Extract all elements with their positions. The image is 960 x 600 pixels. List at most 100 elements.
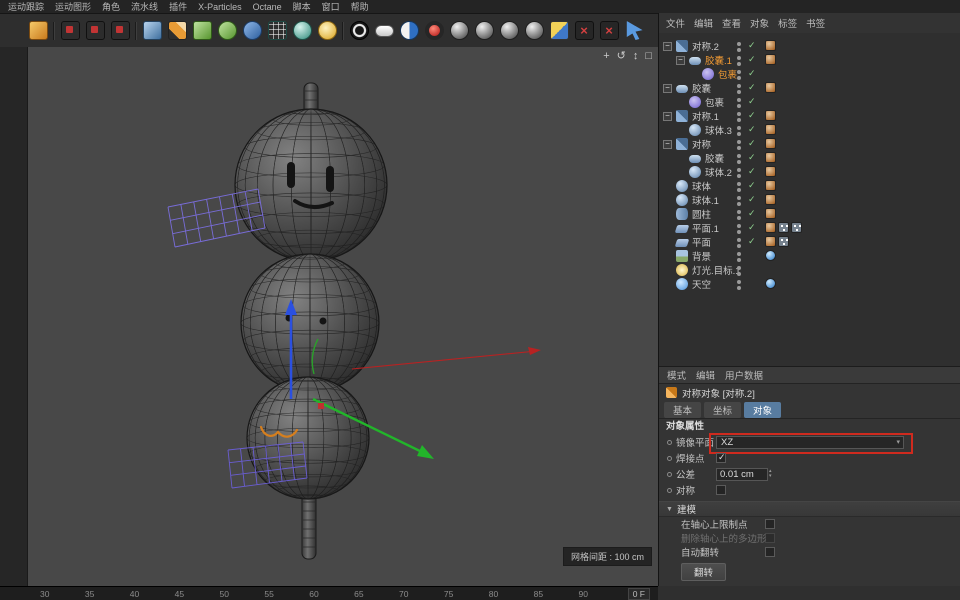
display-gouraud-icon[interactable] <box>347 18 371 44</box>
visibility-dots-icon[interactable] <box>737 84 741 88</box>
visibility-dots-icon[interactable] <box>737 56 741 60</box>
xp-system-icon[interactable]: × <box>597 18 621 44</box>
tree-item-球体[interactable]: 球体✓ <box>659 179 960 193</box>
phong-tag-icon[interactable] <box>765 236 776 247</box>
phong-tag-icon[interactable] <box>765 40 776 51</box>
expander-icon[interactable]: − <box>663 84 672 93</box>
phong-tag-icon[interactable] <box>765 110 776 121</box>
phong-tag-icon[interactable] <box>765 208 776 219</box>
enabled-check-icon[interactable]: ✓ <box>748 124 756 135</box>
visibility-dots-icon[interactable] <box>737 182 741 186</box>
visibility-dots-icon[interactable] <box>737 196 741 200</box>
am-subtab-坐标[interactable]: 坐标 <box>704 402 741 418</box>
expander-icon[interactable]: − <box>663 140 672 149</box>
tree-item-包裹[interactable]: 包裹✓ <box>659 95 960 109</box>
om-menu-item-5[interactable]: 标签 <box>778 16 797 30</box>
menu-item-2[interactable]: 运动图形 <box>55 0 91 13</box>
enabled-check-icon[interactable]: ✓ <box>748 194 756 205</box>
visibility-dots-icon[interactable] <box>737 224 741 228</box>
phong-tag-icon[interactable] <box>765 54 776 65</box>
menu-item-6[interactable]: X-Particles <box>198 2 242 12</box>
menu-item-9[interactable]: 窗口 <box>322 0 340 13</box>
light-tool-icon[interactable] <box>315 18 339 44</box>
tree-item-球体.2[interactable]: 球体.2✓ <box>659 165 960 179</box>
tree-item-胶囊[interactable]: 胶囊✓ <box>659 151 960 165</box>
enabled-check-icon[interactable]: ✓ <box>748 208 756 219</box>
tree-item-对称.1[interactable]: −对称.1✓ <box>659 109 960 123</box>
modeling-checkbox-3[interactable] <box>765 547 775 557</box>
om-menu-item-4[interactable]: 对象 <box>750 16 769 30</box>
enabled-check-icon[interactable]: ✓ <box>748 222 756 233</box>
tree-item-背景[interactable]: 背景 <box>659 249 960 263</box>
enabled-check-icon[interactable]: ✓ <box>748 68 756 79</box>
selection-arrow-icon[interactable] <box>622 18 646 44</box>
flip-button[interactable]: 翻转 <box>681 563 726 581</box>
visibility-dots-icon[interactable] <box>737 140 741 144</box>
generator-icon[interactable] <box>190 18 214 44</box>
autokey-icon[interactable] <box>58 18 82 44</box>
am-subtab-基本[interactable]: 基本 <box>664 402 701 418</box>
modeling-group-header[interactable]: ▼ 建模 <box>659 501 960 517</box>
visibility-dots-icon[interactable] <box>737 280 741 284</box>
tree-item-天空[interactable]: 天空 <box>659 277 960 291</box>
paint-tool-icon[interactable] <box>26 18 50 44</box>
modeling-checkbox-1[interactable] <box>765 519 775 529</box>
enabled-check-icon[interactable]: ✓ <box>748 180 756 191</box>
xparticles-icon[interactable]: × <box>572 18 596 44</box>
menu-item-8[interactable]: 脚本 <box>293 0 311 13</box>
tree-item-平面[interactable]: 平面✓ <box>659 235 960 249</box>
compositing-tag-icon[interactable] <box>791 222 802 233</box>
stepper-arrows-icon[interactable]: ▴▾ <box>769 469 772 479</box>
tolerance-input[interactable]: 0.01 cm <box>716 468 768 481</box>
visibility-dots-icon[interactable] <box>737 70 741 74</box>
material-ball-icon-1[interactable] <box>447 18 471 44</box>
anim-dot-icon[interactable] <box>667 440 672 445</box>
menu-item-3[interactable]: 角色 <box>102 0 120 13</box>
keyframe-record-icon[interactable] <box>83 18 107 44</box>
display-lines-icon[interactable] <box>372 18 396 44</box>
scene-camera-icon[interactable] <box>240 18 264 44</box>
phong-tag-icon[interactable] <box>765 138 776 149</box>
maximize-icon[interactable]: □ <box>645 51 652 62</box>
visibility-dots-icon[interactable] <box>737 168 741 172</box>
tree-item-胶囊.1[interactable]: −胶囊.1✓ <box>659 53 960 67</box>
tree-item-胶囊[interactable]: −胶囊✓ <box>659 81 960 95</box>
phong-tag-icon[interactable] <box>765 152 776 163</box>
visibility-dots-icon[interactable] <box>737 112 741 116</box>
deformer-icon[interactable] <box>215 18 239 44</box>
expander-icon[interactable]: − <box>663 42 672 51</box>
enabled-check-icon[interactable]: ✓ <box>748 166 756 177</box>
floor-grid-icon[interactable] <box>265 18 289 44</box>
anim-dot-icon[interactable] <box>667 488 672 493</box>
cube-primitive-icon[interactable] <box>140 18 164 44</box>
am-tab-1[interactable]: 模式 <box>667 368 686 382</box>
material-ball-icon-3[interactable] <box>497 18 521 44</box>
tree-item-对称.2[interactable]: −对称.2✓ <box>659 39 960 53</box>
material-ball-icon-2[interactable] <box>472 18 496 44</box>
tree-item-灯光.目标.1[interactable]: 灯光.目标.1 <box>659 263 960 277</box>
anim-dot-icon[interactable] <box>667 472 672 477</box>
symmetry-checkbox[interactable] <box>716 485 726 495</box>
menu-item-5[interactable]: 插件 <box>169 0 187 13</box>
enabled-check-icon[interactable]: ✓ <box>748 54 756 65</box>
tree-item-对称[interactable]: −对称✓ <box>659 137 960 151</box>
om-menu-item-1[interactable]: 文件 <box>666 16 685 30</box>
menu-item-1[interactable]: 运动跟踪 <box>8 0 44 13</box>
am-tab-3[interactable]: 用户数据 <box>725 368 763 382</box>
enabled-check-icon[interactable]: ✓ <box>748 236 756 247</box>
compositing-tag-icon[interactable] <box>778 222 789 233</box>
display-constant-icon[interactable] <box>397 18 421 44</box>
enabled-check-icon[interactable]: ✓ <box>748 40 756 51</box>
visibility-dots-icon[interactable] <box>737 266 741 270</box>
visibility-dots-icon[interactable] <box>737 98 741 102</box>
viewport[interactable]: +↺↕□ 网格间距 : 100 cm <box>0 47 658 586</box>
om-menu-item-3[interactable]: 查看 <box>722 16 741 30</box>
texture-tag-icon[interactable] <box>765 250 776 261</box>
menu-item-7[interactable]: Octane <box>253 2 282 12</box>
om-menu-item-2[interactable]: 编辑 <box>694 16 713 30</box>
anim-dot-icon[interactable] <box>667 456 672 461</box>
texture-tag-icon[interactable] <box>765 278 776 289</box>
orbit-icon[interactable]: ↺ <box>617 51 626 62</box>
visibility-dots-icon[interactable] <box>737 252 741 256</box>
material-ball-icon-4[interactable] <box>522 18 546 44</box>
